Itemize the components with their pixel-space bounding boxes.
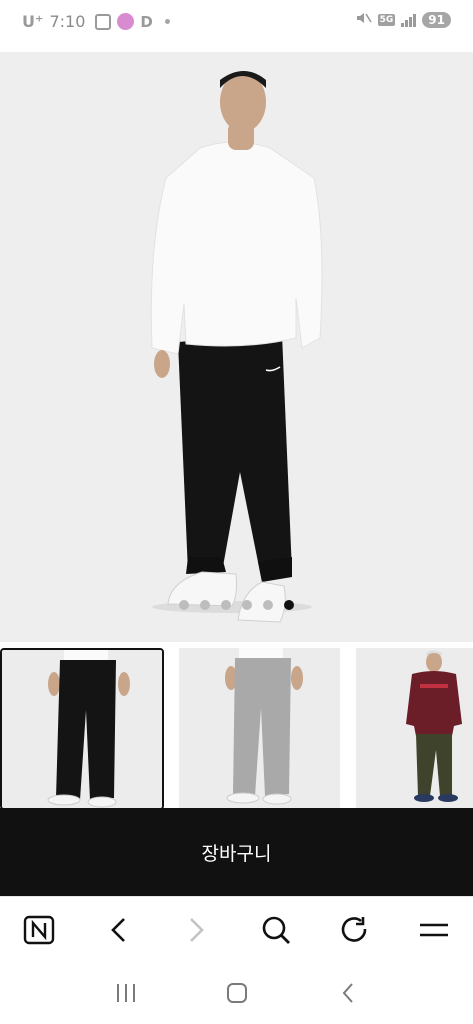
app-notification-icon — [117, 13, 135, 30]
carousel-dot[interactable] — [221, 600, 231, 610]
thumbnail-black-pants[interactable] — [0, 648, 164, 810]
signal-icon — [401, 13, 417, 27]
carousel-dot[interactable] — [263, 600, 273, 610]
add-to-cart-label: 장바구니 — [201, 842, 272, 865]
forward-arrow-icon[interactable] — [171, 904, 223, 956]
system-navigation-bar — [0, 962, 473, 1024]
carousel-dot[interactable] — [179, 600, 189, 610]
search-icon[interactable] — [250, 904, 302, 956]
menu-icon[interactable] — [408, 904, 460, 956]
recent-apps-icon[interactable] — [102, 969, 150, 1017]
carousel-dot[interactable] — [200, 600, 210, 610]
carrier-label: U⁺ — [22, 12, 44, 31]
mute-icon — [356, 11, 372, 29]
carousel-indicator[interactable] — [0, 600, 473, 610]
screenshot-icon — [95, 13, 112, 30]
home-icon[interactable] — [213, 969, 261, 1017]
more-notifications-icon — [164, 19, 170, 24]
carousel-dot[interactable] — [242, 600, 252, 610]
back-arrow-icon[interactable] — [92, 904, 144, 956]
status-bar: U⁺ 7:10 D 5G 91 — [0, 0, 473, 46]
model-photo — [0, 52, 473, 642]
clock: 7:10 — [49, 12, 86, 31]
battery-level: 91 — [422, 12, 451, 28]
refresh-icon[interactable] — [329, 904, 381, 956]
add-to-cart-button[interactable]: 장바구니 — [0, 808, 473, 896]
carousel-dot-active[interactable] — [284, 600, 294, 610]
thumbnail-grey-pants[interactable] — [179, 648, 340, 810]
color-variant-thumbnails — [0, 648, 473, 810]
thumbnail-olive-pants[interactable] — [356, 648, 473, 810]
status-right: 5G 91 — [356, 11, 451, 29]
back-icon[interactable] — [324, 969, 372, 1017]
status-left: U⁺ 7:10 D — [22, 12, 170, 31]
browser-toolbar — [0, 896, 473, 962]
product-image-carousel[interactable] — [0, 52, 473, 642]
naver-home-icon[interactable] — [13, 904, 65, 956]
d-app-icon: D — [140, 12, 153, 31]
network-type: 5G — [377, 14, 396, 26]
